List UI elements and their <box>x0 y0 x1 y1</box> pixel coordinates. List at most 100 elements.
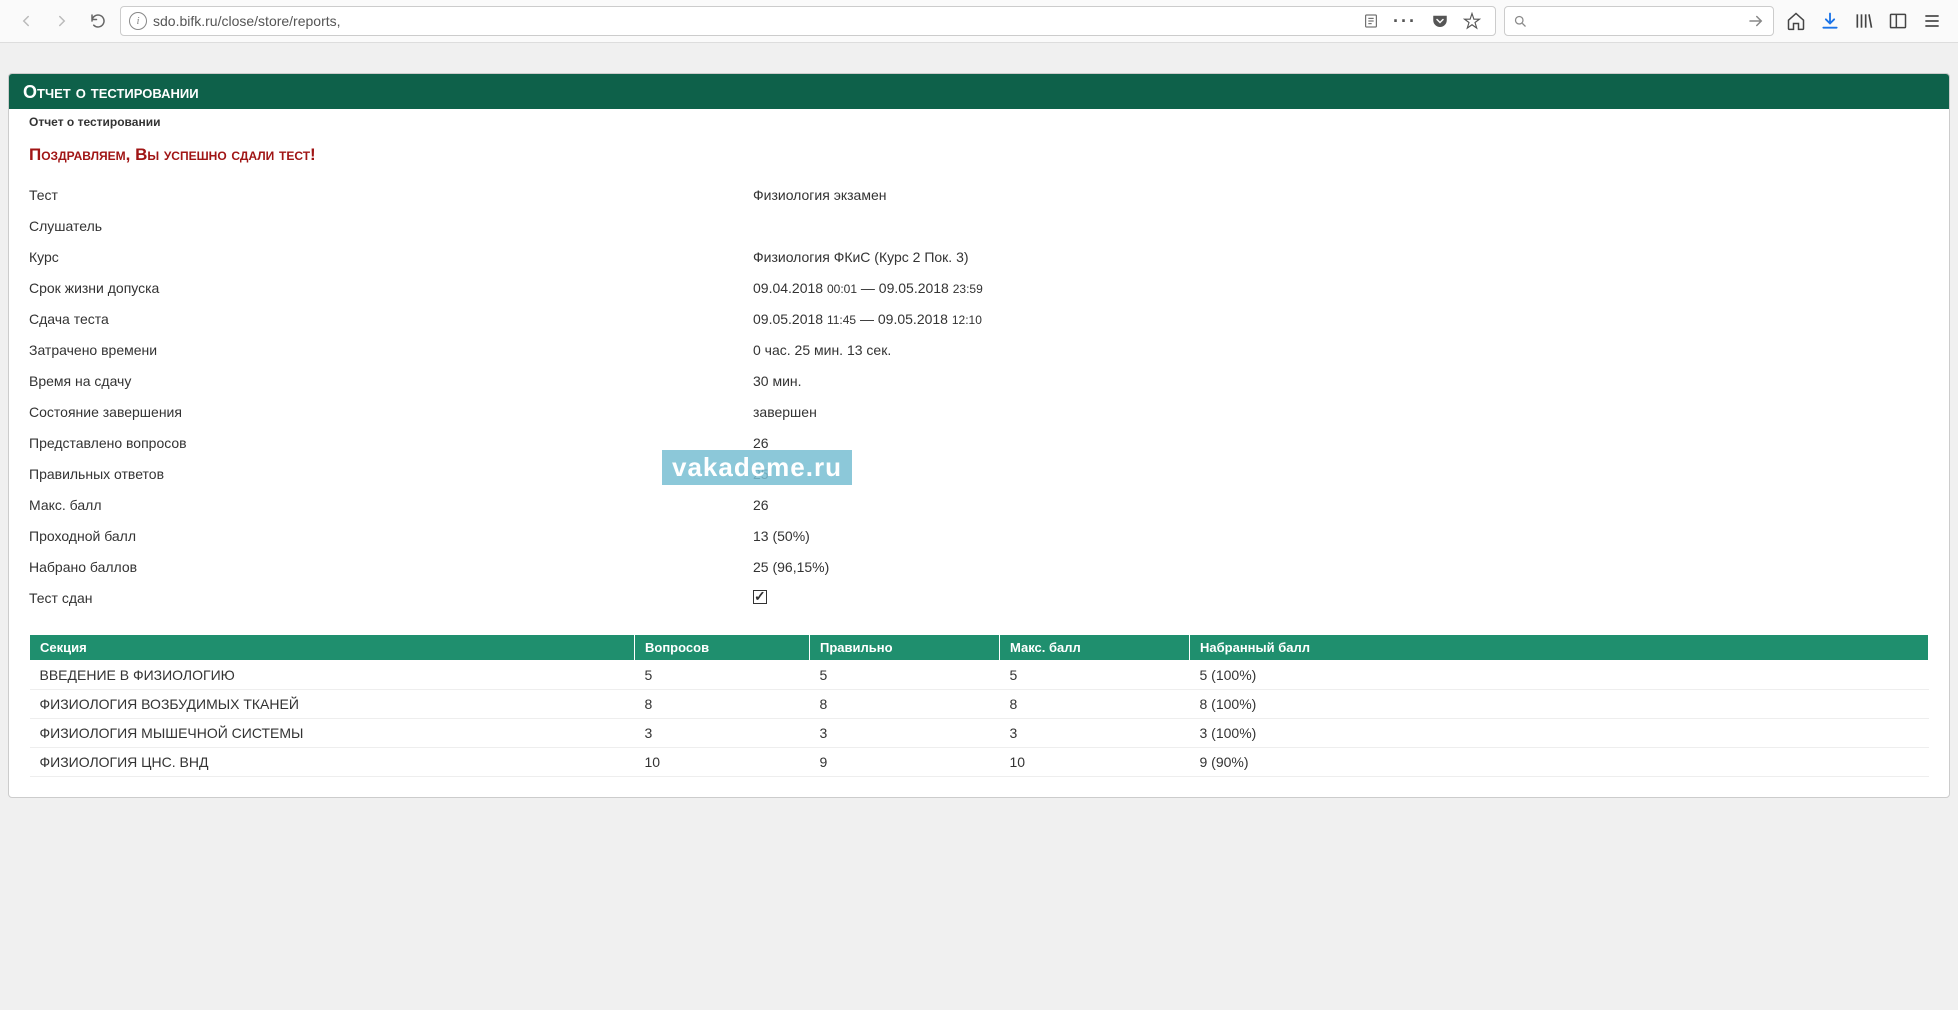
table-cell: 10 <box>1000 748 1190 777</box>
reader-mode-icon[interactable] <box>1363 13 1379 29</box>
detail-value: завершен <box>753 404 1929 420</box>
congrats-message: Поздравляем, Вы успешно сдали тест! <box>9 135 1949 179</box>
table-cell: 3 <box>810 719 1000 748</box>
detail-label: Сдача теста <box>29 311 753 327</box>
detail-label: Состояние завершения <box>29 404 753 420</box>
table-row: ФИЗИОЛОГИЯ МЫШЕЧНОЙ СИСТЕМЫ3333 (100%) <box>30 719 1929 748</box>
detail-value: 30 мин. <box>753 373 1929 389</box>
detail-row: Проходной балл13 (50%) <box>29 520 1929 551</box>
detail-row: Затрачено времени0 час. 25 мин. 13 сек. <box>29 334 1929 365</box>
table-header: Правильно <box>810 635 1000 661</box>
downloads-icon[interactable] <box>1820 11 1840 31</box>
detail-label: Представлено вопросов <box>29 435 753 451</box>
table-cell: 3 (100%) <box>1190 719 1929 748</box>
detail-label: Время на сдачу <box>29 373 753 389</box>
detail-row: ТестФизиология экзамен <box>29 179 1929 210</box>
detail-value: 26 <box>753 435 1929 451</box>
table-header: Вопросов <box>635 635 810 661</box>
detail-value: 09.05.2018 11:45 — 09.05.2018 12:10 <box>753 311 1929 327</box>
detail-row: Набрано баллов25 (96,15%) <box>29 551 1929 582</box>
table-row: ВВЕДЕНИЕ В ФИЗИОЛОГИЮ5555 (100%) <box>30 661 1929 690</box>
table-cell: 3 <box>635 719 810 748</box>
detail-label: Слушатель <box>29 218 753 234</box>
detail-label: Срок жизни допуска <box>29 280 753 296</box>
table-cell: 5 <box>810 661 1000 690</box>
table-header: Макс. балл <box>1000 635 1190 661</box>
table-cell: 10 <box>635 748 810 777</box>
pocket-icon[interactable] <box>1431 12 1449 30</box>
report-page: Отчет о тестировании Отчет о тестировани… <box>8 73 1950 798</box>
page-actions-icon[interactable]: ··· <box>1393 11 1417 32</box>
sidebar-icon[interactable] <box>1888 11 1908 31</box>
search-icon <box>1513 14 1528 29</box>
table-cell: 5 <box>635 661 810 690</box>
detail-label: Макс. балл <box>29 497 753 513</box>
detail-value: 13 (50%) <box>753 528 1929 544</box>
detail-label: Затрачено времени <box>29 342 753 358</box>
table-cell: 3 <box>1000 719 1190 748</box>
detail-label: Правильных ответов <box>29 466 753 482</box>
table-cell: 8 <box>1000 690 1190 719</box>
back-button[interactable] <box>12 7 40 35</box>
detail-value: 25 <box>753 466 1929 482</box>
detail-row: Время на сдачу30 мин. <box>29 365 1929 396</box>
browser-toolbar: i sdo.bifk.ru/close/store/reports, ··· <box>0 0 1958 43</box>
table-cell: 5 <box>1000 661 1190 690</box>
detail-row: Представлено вопросов26 <box>29 427 1929 458</box>
detail-row: Тест сдан <box>29 582 1929 614</box>
table-cell: ФИЗИОЛОГИЯ ВОЗБУДИМЫХ ТКАНЕЙ <box>30 690 635 719</box>
detail-value: 09.04.2018 00:01 — 09.05.2018 23:59 <box>753 280 1929 296</box>
detail-row: Сдача теста09.05.2018 11:45 — 09.05.2018… <box>29 303 1929 334</box>
detail-value <box>753 218 1929 234</box>
menu-icon[interactable] <box>1922 11 1942 31</box>
table-cell: 8 <box>635 690 810 719</box>
site-info-icon[interactable]: i <box>129 12 147 30</box>
table-cell: ВВЕДЕНИЕ В ФИЗИОЛОГИЮ <box>30 661 635 690</box>
search-bar[interactable] <box>1504 6 1774 36</box>
table-cell: 8 <box>810 690 1000 719</box>
forward-button[interactable] <box>48 7 76 35</box>
detail-row: Срок жизни допуска09.04.2018 00:01 — 09.… <box>29 272 1929 303</box>
detail-row: Макс. балл26 <box>29 489 1929 520</box>
detail-value: 0 час. 25 мин. 13 сек. <box>753 342 1929 358</box>
library-icon[interactable] <box>1854 11 1874 31</box>
detail-row: Слушатель <box>29 210 1929 241</box>
table-cell: 9 (90%) <box>1190 748 1929 777</box>
table-row: ФИЗИОЛОГИЯ ВОЗБУДИМЫХ ТКАНЕЙ8888 (100%) <box>30 690 1929 719</box>
detail-row: Состояние завершениязавершен <box>29 396 1929 427</box>
table-cell: 5 (100%) <box>1190 661 1929 690</box>
detail-label: Тест сдан <box>29 590 753 607</box>
watermark: vakademe.ru <box>661 449 853 486</box>
url-action-icons: ··· <box>1363 11 1487 32</box>
detail-value <box>753 590 1929 607</box>
detail-value: Физиология экзамен <box>753 187 1929 203</box>
sections-table: СекцияВопросовПравильноМакс. баллНабранн… <box>29 634 1929 777</box>
detail-value: Физиология ФКиС (Курс 2 Пок. 3) <box>753 249 1929 265</box>
browser-toolbar-icons <box>1782 11 1946 31</box>
detail-row: КурсФизиология ФКиС (Курс 2 Пок. 3) <box>29 241 1929 272</box>
table-header: Секция <box>30 635 635 661</box>
bookmark-star-icon[interactable] <box>1463 12 1481 30</box>
page-title: Отчет о тестировании <box>9 74 1949 109</box>
url-text: sdo.bifk.ru/close/store/reports, <box>153 13 341 29</box>
checkbox-checked-icon <box>753 590 767 604</box>
table-cell: ФИЗИОЛОГИЯ ЦНС. ВНД <box>30 748 635 777</box>
detail-value: 25 (96,15%) <box>753 559 1929 575</box>
table-cell: ФИЗИОЛОГИЯ МЫШЕЧНОЙ СИСТЕМЫ <box>30 719 635 748</box>
url-bar[interactable]: i sdo.bifk.ru/close/store/reports, ··· <box>120 6 1496 36</box>
table-cell: 9 <box>810 748 1000 777</box>
detail-label: Проходной балл <box>29 528 753 544</box>
detail-value: 26 <box>753 497 1929 513</box>
breadcrumb: Отчет о тестировании <box>9 109 1949 135</box>
detail-label: Тест <box>29 187 753 203</box>
reload-button[interactable] <box>84 7 112 35</box>
detail-row: Правильных ответов25 <box>29 458 1929 489</box>
table-row: ФИЗИОЛОГИЯ ЦНС. ВНД109109 (90%) <box>30 748 1929 777</box>
table-cell: 8 (100%) <box>1190 690 1929 719</box>
detail-label: Набрано баллов <box>29 559 753 575</box>
table-header: Набранный балл <box>1190 635 1929 661</box>
home-icon[interactable] <box>1786 11 1806 31</box>
search-go-icon[interactable] <box>1747 12 1765 30</box>
detail-label: Курс <box>29 249 753 265</box>
details-list: ТестФизиология экзаменСлушательКурсФизио… <box>9 179 1949 797</box>
